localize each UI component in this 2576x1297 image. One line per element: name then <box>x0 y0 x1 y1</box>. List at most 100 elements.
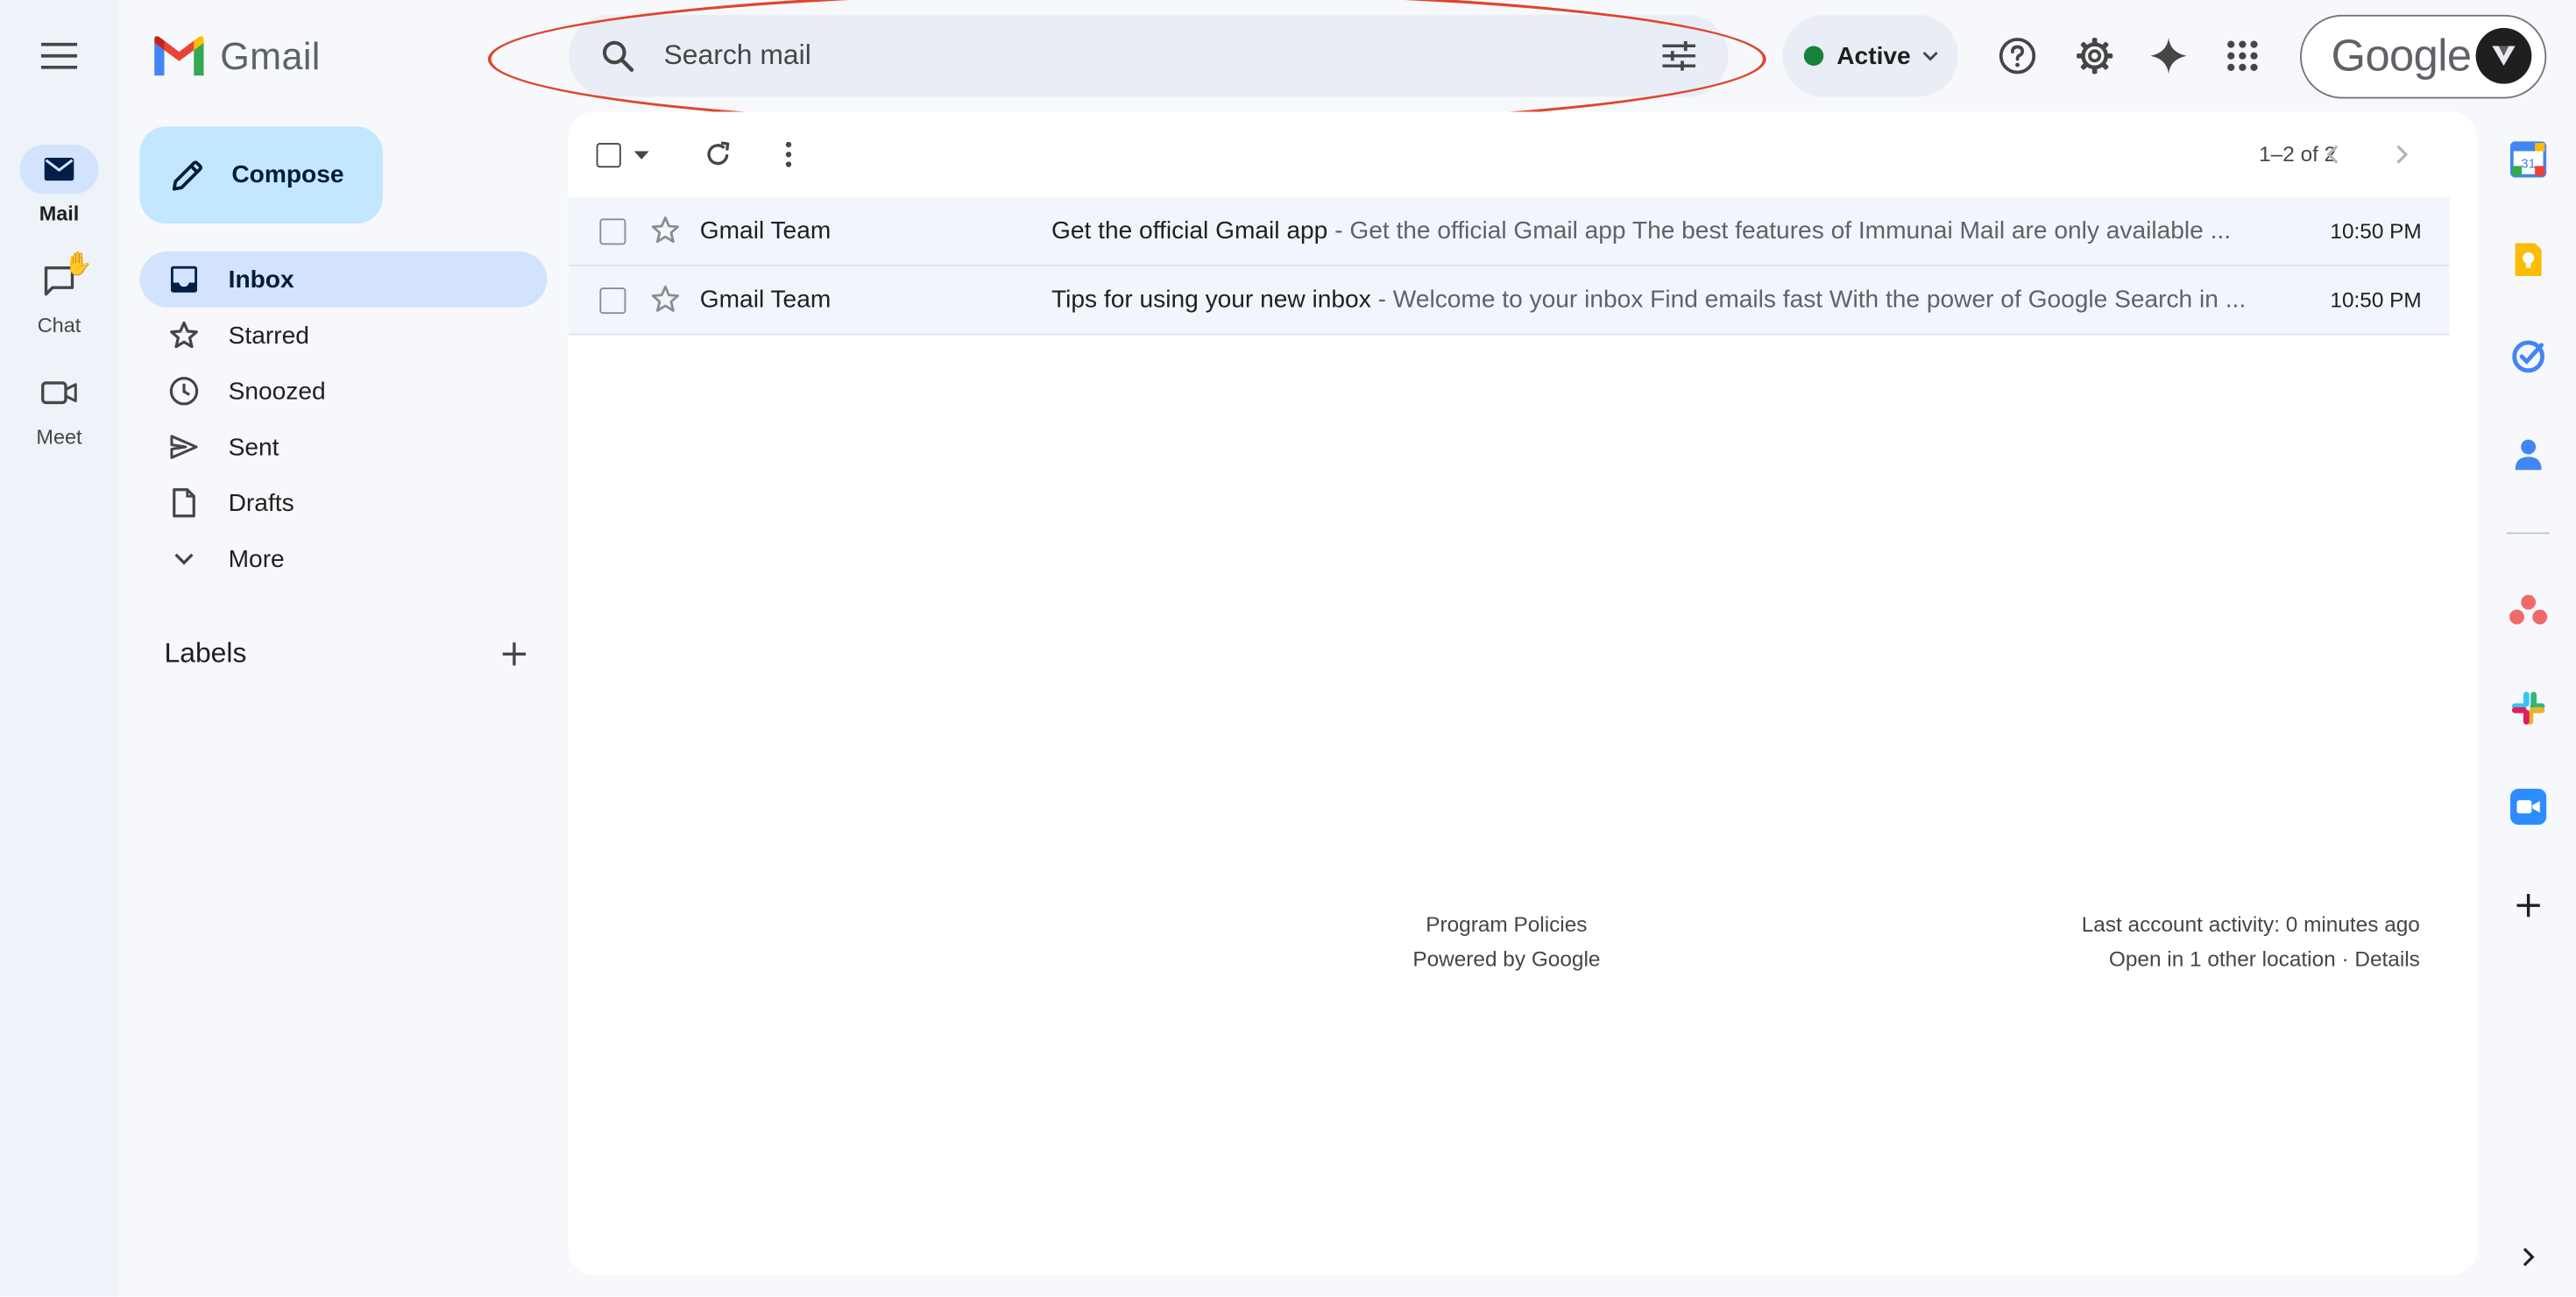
rail-pill <box>19 145 99 195</box>
newer-button[interactable] <box>2307 128 2360 181</box>
email-subject: Get the official Gmail app <box>1051 216 1328 245</box>
settings-button[interactable] <box>2062 23 2127 89</box>
account-activity: Last account activity: 0 minutes ago Ope… <box>2082 907 2420 976</box>
calendar-icon: 31 <box>2510 141 2547 178</box>
inbox-icon <box>171 266 197 293</box>
chevron-left-icon <box>2326 145 2339 164</box>
search-input[interactable] <box>663 14 1584 97</box>
gear-icon <box>2077 38 2113 74</box>
support-button[interactable] <box>1985 23 2050 89</box>
hamburger-icon <box>40 42 78 69</box>
caret-down-icon <box>633 150 649 159</box>
nav-item-drafts[interactable]: Drafts <box>139 475 547 531</box>
side-panel-rail: 31 <box>2480 112 2576 1297</box>
email-sender: Gmail Team <box>699 286 832 315</box>
program-policies-link[interactable]: Program Policies <box>1324 907 1688 941</box>
keep-addon[interactable] <box>2504 235 2553 284</box>
rail-item-mail[interactable]: Mail <box>0 145 118 225</box>
avatar <box>2475 27 2532 84</box>
search-icon <box>602 40 634 72</box>
chevron-down-icon <box>1922 51 1938 61</box>
compose-button[interactable]: Compose <box>139 126 383 223</box>
row-star-button[interactable] <box>651 216 681 245</box>
google-wordmark: Google <box>2331 31 2472 81</box>
last-activity-text: Last account activity: 0 minutes ago <box>2081 911 2420 937</box>
more-actions-button[interactable] <box>762 128 815 181</box>
search-button[interactable] <box>591 30 644 82</box>
plus-icon <box>502 642 526 666</box>
email-snippet: Welcome to your inbox Find emails fast W… <box>1392 286 2247 315</box>
email-row[interactable]: Gmail Team Tips for using your new inbox… <box>568 266 2450 336</box>
rail-label-mail: Mail <box>39 202 80 225</box>
nav-item-snoozed[interactable]: Snoozed <box>139 363 547 419</box>
mail-toolbar: 1–2 of 2 <box>569 112 2478 198</box>
nav-item-more[interactable]: More <box>139 531 547 587</box>
status-selector[interactable]: Active <box>1782 14 1958 97</box>
filter-tune-icon <box>1662 40 1695 71</box>
get-addons-button[interactable] <box>2504 881 2553 930</box>
row-checkbox[interactable] <box>599 218 626 245</box>
nav-item-sent[interactable]: Sent <box>139 419 547 475</box>
pencil-icon <box>172 159 202 190</box>
apps-grid-icon <box>2227 40 2258 71</box>
rail-label-chat: Chat <box>37 314 81 337</box>
rail-item-chat[interactable]: ✋ Chat <box>0 250 118 337</box>
older-button[interactable] <box>2375 128 2428 181</box>
gemini-sparkle-icon <box>2150 38 2187 74</box>
rail-item-meet[interactable]: Meet <box>0 368 118 449</box>
zoom-addon[interactable] <box>2504 783 2553 832</box>
nav-label: More <box>228 544 285 573</box>
footer-links: Program Policies Powered by Google <box>1324 907 1688 976</box>
nav-label: Starred <box>228 321 309 350</box>
main-menu-button[interactable] <box>20 17 99 96</box>
nav-label: Sent <box>228 433 280 461</box>
asana-addon[interactable] <box>2504 585 2553 634</box>
row-star-button[interactable] <box>651 284 681 314</box>
meet-icon <box>41 381 77 405</box>
gmail-window: Mail ✋ Chat Meet Gmail Search mail Activ… <box>0 0 2576 1297</box>
calendar-addon[interactable]: 31 <box>2504 135 2553 184</box>
status-label: Active <box>1836 41 1911 70</box>
addon-divider <box>2507 532 2550 535</box>
chevron-right-icon <box>2396 145 2409 164</box>
google-apps-button[interactable] <box>2210 23 2275 89</box>
wave-icon: ✋ <box>64 250 93 276</box>
row-checkbox[interactable] <box>599 287 626 315</box>
refresh-button[interactable] <box>691 128 744 181</box>
mail-list-panel: 1–2 of 2 Gmail Team Get the official Gma… <box>568 111 2478 1275</box>
tasks-addon[interactable] <box>2504 332 2553 381</box>
star-outline-icon <box>651 216 680 244</box>
gmail-logo[interactable]: Gmail <box>152 26 321 86</box>
slack-addon[interactable] <box>2504 684 2553 733</box>
rail-label-meet: Meet <box>36 425 82 449</box>
gmail-m-icon <box>154 36 204 76</box>
contacts-addon[interactable] <box>2504 430 2553 479</box>
select-checkbox[interactable] <box>596 142 621 167</box>
help-icon <box>1999 38 2036 74</box>
nav-item-starred[interactable]: Starred <box>139 308 547 364</box>
nav-label: Snoozed <box>228 377 326 406</box>
hide-side-panel-button[interactable] <box>2504 1232 2553 1281</box>
email-sender: Gmail Team <box>699 216 832 245</box>
create-label-button[interactable] <box>492 631 538 677</box>
nav-label: Drafts <box>228 488 294 517</box>
app-title: Gmail <box>220 33 321 77</box>
details-link[interactable]: Open in 1 other location · Details <box>2082 941 2420 975</box>
labels-heading: Labels <box>164 637 247 670</box>
draft-icon <box>173 488 195 518</box>
send-icon <box>170 435 198 459</box>
nav-item-inbox[interactable]: Inbox <box>139 251 548 308</box>
email-time: 10:50 PM <box>2330 218 2422 244</box>
svg-text:31: 31 <box>2521 156 2536 171</box>
asana-icon <box>2509 594 2548 625</box>
search-options-button[interactable] <box>1652 30 1705 82</box>
select-all-dropdown[interactable] <box>586 128 659 181</box>
google-account-button[interactable]: Google <box>2300 14 2547 99</box>
refresh-icon <box>707 141 730 166</box>
contacts-icon <box>2515 439 2542 471</box>
email-row[interactable]: Gmail Team Get the official Gmail app - … <box>568 197 2450 266</box>
gemini-button[interactable] <box>2136 23 2202 89</box>
rail-pill <box>20 368 99 417</box>
zoom-icon <box>2510 789 2547 826</box>
chevron-right-icon <box>2523 1247 2535 1266</box>
